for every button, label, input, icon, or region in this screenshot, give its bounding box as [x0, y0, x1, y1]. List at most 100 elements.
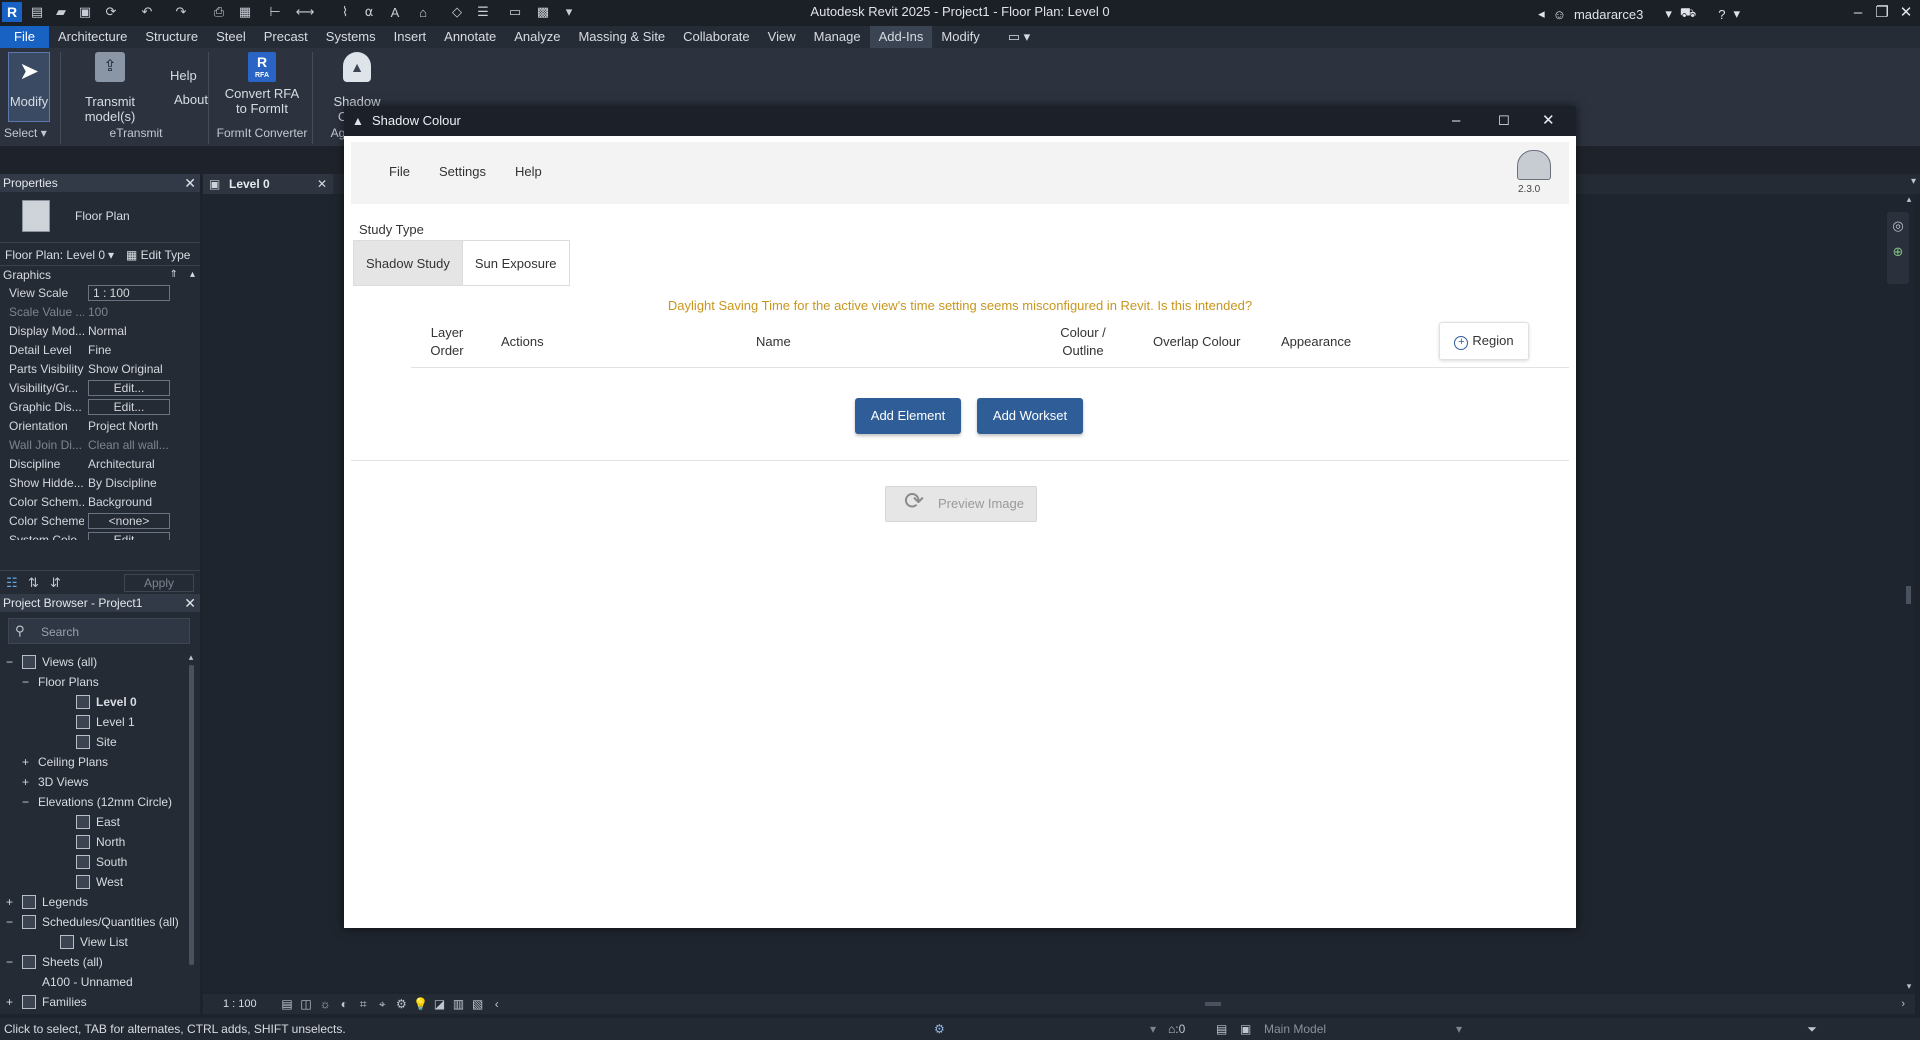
visual-style-icon[interactable]: ◫: [298, 994, 314, 1014]
model-chevron-icon[interactable]: ▾: [1456, 1018, 1462, 1040]
collapse-icon[interactable]: −: [6, 652, 13, 672]
tab-collaborate[interactable]: Collaborate: [674, 26, 759, 48]
crop-view-icon[interactable]: ⌗: [355, 994, 371, 1014]
minimize-icon[interactable]: –: [1846, 2, 1870, 24]
sort-descending-icon[interactable]: ⇵: [50, 575, 61, 591]
tree-item[interactable]: + Ceiling Plans: [0, 752, 186, 772]
expand-icon[interactable]: +: [22, 752, 29, 772]
property-value-field[interactable]: 1 : 100: [88, 285, 170, 301]
active-design-option[interactable]: Main Model: [1264, 1018, 1326, 1040]
property-value[interactable]: Architectural: [84, 455, 200, 474]
tree-item[interactable]: Level 0: [0, 692, 186, 712]
analytical-icon[interactable]: ▧: [470, 994, 486, 1014]
tab-overflow-icon[interactable]: ▾: [1911, 176, 1916, 187]
tree-item[interactable]: North: [0, 832, 186, 852]
expand-icon[interactable]: +: [6, 992, 13, 1012]
browser-search[interactable]: ⚲ Search: [8, 618, 190, 644]
property-value[interactable]: By Discipline: [84, 474, 200, 493]
dialog-title-bar[interactable]: ▲ Shadow Colour – ☐ ✕: [344, 106, 1576, 136]
property-value-field[interactable]: Edit...: [88, 532, 170, 540]
collapse-icon[interactable]: −: [22, 672, 29, 692]
tab-shadow-study[interactable]: Shadow Study: [353, 240, 463, 286]
apply-button[interactable]: Apply: [124, 574, 194, 592]
horizontal-scroll-thumb[interactable]: [1205, 1002, 1221, 1006]
tab-architecture[interactable]: Architecture: [49, 26, 136, 48]
design-options-icon[interactable]: ▤: [1216, 1018, 1227, 1040]
scroll-up-icon[interactable]: ▴: [186, 652, 196, 663]
unlocked-3d-icon[interactable]: ⚙: [393, 994, 409, 1014]
tab-sun-exposure[interactable]: Sun Exposure: [462, 240, 570, 286]
preview-image-button[interactable]: ⟳ Preview Image: [885, 486, 1037, 522]
tree-item[interactable]: Level 1: [0, 712, 186, 732]
user-name[interactable]: madararce3: [1574, 7, 1643, 22]
tab-annotate[interactable]: Annotate: [435, 26, 505, 48]
dialog-maximize-icon[interactable]: ☐: [1498, 106, 1510, 136]
tab-precast[interactable]: Precast: [255, 26, 317, 48]
tab-modify[interactable]: Modify: [932, 26, 988, 48]
view-tab-close-icon[interactable]: ✕: [317, 174, 327, 194]
tree-item[interactable]: + Legends: [0, 892, 186, 912]
scroll-up-icon[interactable]: ▴: [1903, 194, 1915, 205]
tab-systems[interactable]: Systems: [317, 26, 385, 48]
sort-ascending-icon[interactable]: ⇅: [28, 575, 39, 591]
about-link[interactable]: About: [174, 92, 208, 107]
filter-icon[interactable]: ⏷:0: [1804, 1018, 1820, 1040]
collapse-icon[interactable]: ⇑: [170, 266, 178, 284]
scroll-thumb[interactable]: [1906, 586, 1911, 604]
tree-item[interactable]: − Floor Plans: [0, 672, 186, 692]
search-input[interactable]: Search: [41, 625, 79, 639]
sun-path-icon[interactable]: ☼: [317, 994, 333, 1014]
reveal-hidden-icon[interactable]: ◪: [432, 994, 448, 1014]
add-workset-button[interactable]: Add Workset: [977, 398, 1083, 434]
status-chevron-icon[interactable]: ▾: [1150, 1018, 1156, 1040]
tree-item[interactable]: View List: [0, 932, 186, 952]
tree-item[interactable]: A100 - Unnamed: [0, 972, 186, 992]
view-scale-control[interactable]: 1 : 100: [223, 994, 257, 1014]
worksets-icon[interactable]: ⚙: [934, 1018, 945, 1040]
tree-item[interactable]: South: [0, 852, 186, 872]
tree-item[interactable]: − Elevations (12mm Circle): [0, 792, 186, 812]
expand-icon[interactable]: +: [22, 772, 29, 792]
cart-icon[interactable]: ⛟: [1680, 5, 1696, 23]
tab-file[interactable]: File: [0, 26, 49, 48]
view-tab-level-0[interactable]: ▣ Level 0 ✕: [203, 174, 333, 194]
tree-item[interactable]: − Sheets (all): [0, 952, 186, 972]
add-region-button[interactable]: + Region: [1439, 322, 1529, 360]
property-value[interactable]: Edit...: [84, 398, 200, 417]
temp-hide-icon[interactable]: 💡: [412, 994, 428, 1014]
tab-analyze[interactable]: Analyze: [505, 26, 569, 48]
menu-help[interactable]: Help: [515, 164, 542, 179]
scroll-left-icon[interactable]: ‹: [489, 994, 505, 1014]
graphics-section-header[interactable]: Graphics ⇑ ▴: [0, 266, 200, 284]
select-group-label[interactable]: Select ▾: [4, 126, 56, 140]
tab-massing-site[interactable]: Massing & Site: [569, 26, 674, 48]
sort-categorized-icon[interactable]: ☷: [6, 575, 18, 591]
collapse-icon[interactable]: −: [22, 792, 29, 812]
tab-manage[interactable]: Manage: [805, 26, 870, 48]
scroll-thumb[interactable]: [188, 665, 194, 965]
convert-rfa-button[interactable]: R RFA Convert RFA to FormIt: [214, 52, 310, 122]
property-value-field[interactable]: Edit...: [88, 380, 170, 396]
modify-button[interactable]: ➤ Modify: [8, 52, 50, 122]
menu-file[interactable]: File: [389, 164, 410, 179]
property-value[interactable]: Edit...: [84, 531, 200, 540]
shadows-icon[interactable]: ◐: [336, 994, 352, 1014]
property-value[interactable]: Show Original: [84, 360, 200, 379]
selector-chevron-icon[interactable]: ▾: [108, 243, 114, 267]
browser-close-icon[interactable]: ✕: [184, 594, 196, 612]
dialog-close-icon[interactable]: ✕: [1542, 106, 1555, 136]
editable-only-icon[interactable]: ⌂:0: [1168, 1018, 1185, 1040]
instance-selector[interactable]: Floor Plan: Level 0: [5, 243, 105, 267]
restore-icon[interactable]: ❐: [1870, 2, 1894, 24]
design-option-icon[interactable]: ▣: [1240, 1018, 1251, 1040]
tab-add-ins[interactable]: Add-Ins: [869, 26, 933, 48]
scroll-down-icon[interactable]: ▾: [1903, 981, 1915, 992]
help-link[interactable]: Help: [170, 68, 197, 83]
expand-icon[interactable]: +: [6, 892, 13, 912]
property-value[interactable]: <none>: [84, 512, 200, 531]
add-element-button[interactable]: Add Element: [855, 398, 961, 434]
property-value[interactable]: Fine: [84, 341, 200, 360]
vertical-scrollbar[interactable]: ▴ ▾: [1903, 194, 1915, 992]
tree-item[interactable]: − Schedules/Quantities (all): [0, 912, 186, 932]
transmit-models-button[interactable]: ⇪ Transmit model(s): [62, 52, 158, 124]
